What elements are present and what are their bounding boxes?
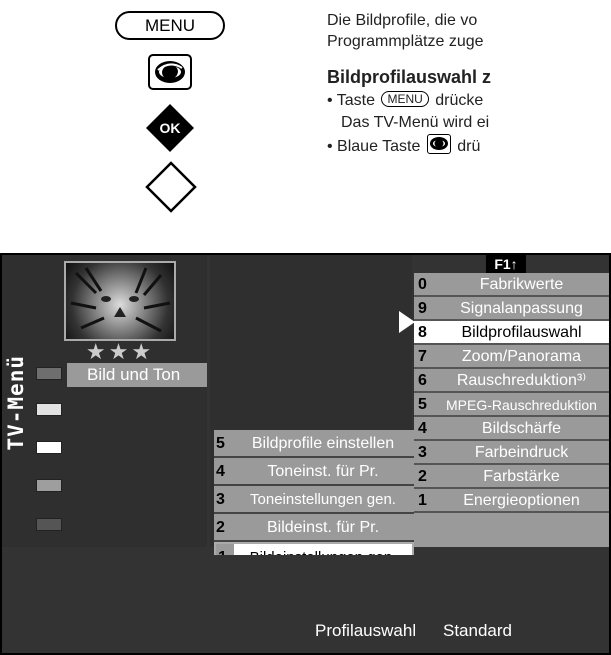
right-item-7-label: Zoom/Panorama bbox=[461, 348, 582, 365]
diamond-navigation-icon bbox=[145, 161, 197, 213]
mid-menu-item-5[interactable]: 5 Bildprofile einstellen bbox=[214, 430, 414, 458]
status-label: Profilauswahl bbox=[315, 621, 417, 640]
manual-section-heading: Bildprofilauswahl z bbox=[327, 67, 492, 87]
tv-menu-title: TV-Menü bbox=[4, 355, 28, 451]
right-item-6-label: Rauschreduktion³⁾ bbox=[456, 372, 587, 389]
right-item-1-number: 1 bbox=[418, 492, 427, 509]
right-menu-item-2[interactable]: 2 Farbstärke bbox=[414, 465, 609, 489]
menu-key-button[interactable]: MENU bbox=[115, 11, 225, 40]
right-item-0-number: 0 bbox=[418, 276, 427, 293]
mid-item-3-label: Toneinstellungen gen. bbox=[250, 491, 396, 508]
selection-pointer-icon bbox=[399, 311, 415, 333]
right-menu-item-7[interactable]: 7 Zoom/Panorama bbox=[414, 345, 609, 369]
right-menu-item-8-selected[interactable]: 8 Bildprofilauswahl bbox=[414, 321, 609, 345]
right-item-2-label: Farbstärke bbox=[483, 468, 560, 485]
color-swatch-5[interactable] bbox=[36, 518, 62, 531]
right-menu-item-6[interactable]: 6 Rauschreduktion³⁾ bbox=[414, 369, 609, 393]
ok-key-button[interactable]: OK bbox=[144, 102, 196, 154]
mid-item-2-label: Bildeinst. für Pr. bbox=[266, 519, 380, 536]
navigation-diamond-button[interactable] bbox=[144, 160, 198, 214]
mid-item-5-number: 5 bbox=[216, 435, 225, 452]
mid-menu-item-3[interactable]: 3 Toneinstellungen gen. bbox=[214, 486, 414, 514]
right-item-3-number: 3 bbox=[418, 444, 427, 461]
right-submenu: 0 Fabrikwerte 9 Signalanpassung 8 Bildpr… bbox=[414, 273, 609, 547]
tv-screen: TV-Menü ★★★ Bild und Ton 5 Bildprofile e… bbox=[0, 253, 611, 655]
right-menu-item-4[interactable]: 4 Bildschärfe bbox=[414, 417, 609, 441]
ok-key-label: OK bbox=[160, 120, 181, 136]
menu-key-label: MENU bbox=[144, 15, 196, 35]
status-bar: Profilauswahl Standard bbox=[2, 555, 609, 653]
right-menu-item-1[interactable]: 1 Energieoptionen bbox=[414, 489, 609, 513]
right-item-6-number: 6 bbox=[418, 372, 427, 389]
manual-bullet-1: • Taste MENU drücke bbox=[327, 90, 611, 112]
right-item-1-label: Energieoptionen bbox=[463, 492, 580, 509]
right-item-8-label: Bildprofilauswahl bbox=[461, 324, 582, 341]
right-item-5-number: 5 bbox=[418, 396, 427, 413]
color-swatch-1[interactable] bbox=[36, 367, 62, 380]
manual-bullet-1-line-2: Das TV-Menü wird ei bbox=[341, 114, 490, 131]
right-item-4-number: 4 bbox=[418, 420, 427, 437]
mid-item-3-number: 3 bbox=[216, 491, 225, 508]
f1-key-indicator: F1↑ bbox=[486, 255, 526, 275]
color-swatch-2[interactable] bbox=[36, 403, 62, 416]
right-item-9-number: 9 bbox=[418, 300, 427, 317]
manual-bullet-2: • Blaue Taste drü bbox=[327, 134, 611, 156]
right-item-7-number: 7 bbox=[418, 348, 427, 365]
mid-item-4-number: 4 bbox=[216, 463, 225, 480]
eye-icon bbox=[155, 61, 185, 83]
mid-item-5-label: Bildprofile einstellen bbox=[251, 435, 395, 452]
bullet-1-suffix: drücke bbox=[435, 92, 484, 109]
tiger-preview-image bbox=[64, 261, 176, 341]
right-item-5-label: MPEG-Rauschreduktion bbox=[446, 397, 597, 413]
right-item-3-label: Farbeindruck bbox=[474, 444, 569, 461]
mid-item-4-label: Toneinst. für Pr. bbox=[267, 463, 379, 480]
color-swatch-4[interactable] bbox=[36, 479, 62, 492]
status-value[interactable]: Standard bbox=[443, 621, 512, 641]
right-item-4-label: Bildschärfe bbox=[481, 420, 562, 437]
manual-text-line-2: Programmplätze zuge bbox=[327, 33, 484, 50]
mid-item-2-number: 2 bbox=[216, 519, 225, 536]
manual-text-line-1: Die Bildprofile, die vo bbox=[327, 12, 478, 29]
manual-text-block: Die Bildprofile, die vo Programmplätze z… bbox=[327, 10, 611, 156]
bullet-2-prefix: • Blaue Taste bbox=[327, 138, 421, 155]
mid-menu-item-4[interactable]: 4 Toneinst. für Pr. bbox=[214, 458, 414, 486]
blue-eye-key-button[interactable] bbox=[148, 54, 192, 90]
color-swatch-3[interactable] bbox=[36, 441, 62, 454]
right-menu-item-0[interactable]: 0 Fabrikwerte bbox=[414, 273, 609, 297]
right-item-0-label: Fabrikwerte bbox=[479, 276, 564, 293]
right-item-2-number: 2 bbox=[418, 468, 427, 485]
right-menu-item-3[interactable]: 3 Farbeindruck bbox=[414, 441, 609, 465]
ok-diamond-icon: OK bbox=[146, 104, 194, 152]
mid-menu-item-2[interactable]: 2 Bildeinst. für Pr. bbox=[214, 514, 414, 542]
right-menu-item-9[interactable]: 9 Signalanpassung bbox=[414, 297, 609, 321]
right-item-8-number: 8 bbox=[418, 324, 427, 341]
middle-submenu: 5 Bildprofile einstellen 4 Toneinst. für… bbox=[214, 430, 414, 570]
rating-stars: ★★★ bbox=[85, 340, 155, 365]
menu-item-bild-und-ton[interactable]: Bild und Ton bbox=[67, 363, 207, 387]
bullet-1-prefix: • Taste bbox=[327, 92, 375, 109]
inline-menu-key: MENU bbox=[381, 91, 429, 107]
right-item-9-label: Signalanpassung bbox=[460, 300, 583, 317]
bullet-2-suffix: drü bbox=[457, 138, 481, 155]
right-menu-item-5[interactable]: 5 MPEG-Rauschreduktion bbox=[414, 393, 609, 417]
inline-eye-icon bbox=[426, 134, 451, 154]
